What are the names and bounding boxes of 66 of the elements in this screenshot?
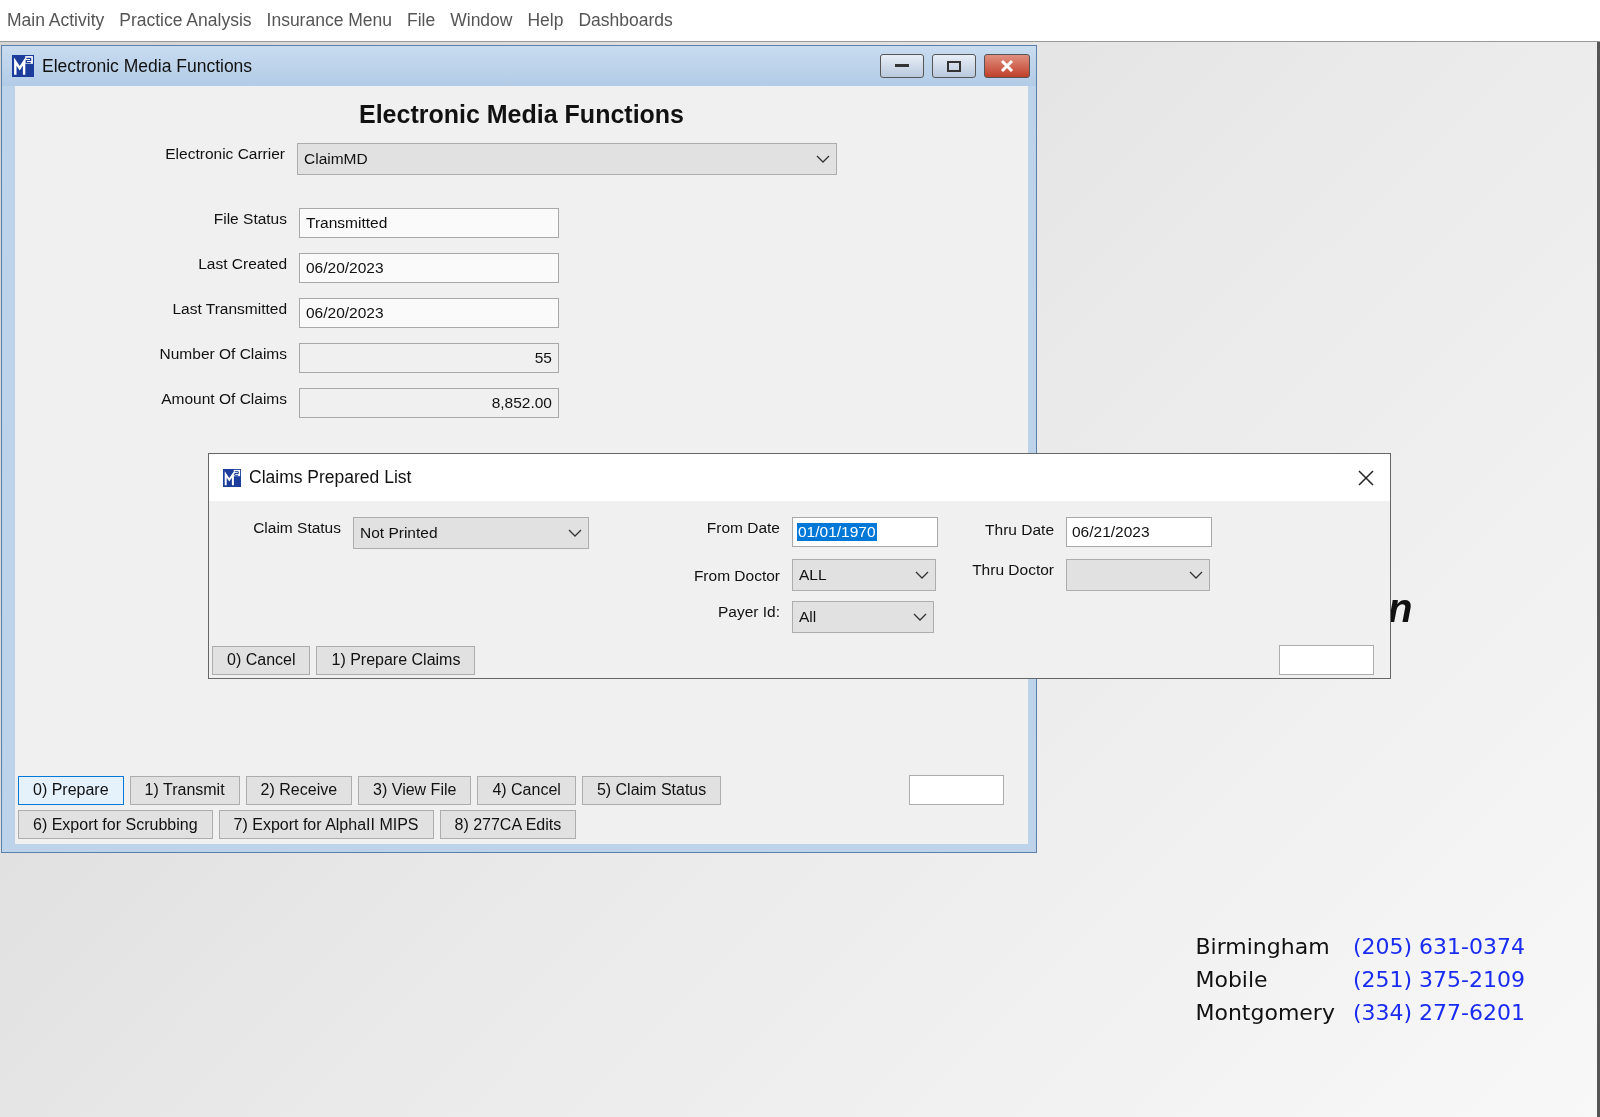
field-label: Last Transmitted bbox=[171, 300, 288, 318]
action-button[interactable]: 8) 277CA Edits bbox=[439, 810, 577, 839]
carrier-dropdown[interactable]: ClaimMD bbox=[297, 143, 837, 175]
action-button[interactable]: 6) Export for Scrubbing bbox=[18, 810, 213, 839]
dialog-title: Claims Prepared List bbox=[249, 467, 413, 488]
text-field[interactable]: 55 bbox=[299, 343, 559, 373]
action-button[interactable]: 2) Receive bbox=[245, 775, 353, 805]
text-field[interactable]: Transmitted bbox=[299, 208, 559, 238]
phone-number: (251) 375-2109 bbox=[1352, 967, 1525, 992]
phone-number: (205) 631-0374 bbox=[1352, 934, 1525, 959]
chevron-down-icon bbox=[1189, 571, 1203, 579]
action-button[interactable]: 1) Transmit bbox=[129, 775, 240, 805]
close-icon bbox=[1000, 60, 1014, 72]
field-label: Thru Doctor bbox=[971, 561, 1055, 579]
chevron-down-icon bbox=[915, 571, 929, 579]
field-label: Last Created bbox=[197, 255, 288, 273]
payer-dropdown[interactable]: All bbox=[792, 601, 934, 633]
field-label: Payer Id: bbox=[716, 603, 781, 621]
field-label: From Doctor bbox=[692, 567, 781, 585]
field-label: Number Of Claims bbox=[158, 345, 288, 363]
form-heading: Electronic Media Functions bbox=[357, 100, 686, 129]
minimize-icon bbox=[895, 64, 909, 68]
maximize-button[interactable] bbox=[932, 54, 976, 78]
window-title: Electronic Media Functions bbox=[42, 55, 254, 77]
text-field[interactable]: 8,852.00 bbox=[299, 388, 559, 418]
menu-item[interactable]: Main Activity bbox=[7, 10, 105, 31]
chevron-down-icon bbox=[568, 529, 582, 537]
menu-item[interactable]: Window bbox=[450, 10, 513, 31]
minimize-button[interactable] bbox=[880, 54, 924, 78]
field-label: Amount Of Claims bbox=[160, 390, 288, 408]
city-name: Montgomery bbox=[1195, 1000, 1335, 1025]
app-logo-icon bbox=[12, 55, 34, 77]
menu-item[interactable]: Insurance Menu bbox=[266, 10, 393, 31]
action-button[interactable]: 5) Claim Status bbox=[581, 775, 722, 805]
action-button[interactable]: 1) Prepare Claims bbox=[316, 645, 476, 675]
input-field[interactable] bbox=[1279, 645, 1374, 675]
chevron-down-icon bbox=[913, 613, 927, 621]
action-button[interactable]: 0) Prepare bbox=[18, 775, 124, 805]
field-label: Electronic Carrier bbox=[164, 145, 286, 163]
date-field[interactable]: 01/01/1970 bbox=[792, 517, 938, 547]
maximize-icon bbox=[947, 60, 961, 72]
field-label: Thru Date bbox=[984, 521, 1055, 539]
text-field[interactable]: 06/20/2023 bbox=[299, 253, 559, 283]
action-button[interactable]: 4) Cancel bbox=[477, 775, 576, 805]
field-label: From Date bbox=[705, 519, 781, 537]
menu-item[interactable]: Help bbox=[527, 10, 564, 31]
city-name: Mobile bbox=[1195, 967, 1269, 992]
close-icon[interactable] bbox=[1358, 469, 1374, 486]
action-button[interactable]: 3) View File bbox=[358, 775, 472, 805]
menu-item[interactable]: Dashboards bbox=[578, 10, 673, 31]
date-field[interactable]: 06/21/2023 bbox=[1066, 517, 1212, 547]
field-label: File Status bbox=[212, 210, 288, 228]
action-button[interactable]: 7) Export for AlphaII MIPS bbox=[218, 810, 434, 839]
close-button[interactable] bbox=[984, 54, 1030, 78]
chevron-down-icon bbox=[816, 155, 830, 163]
phone-number: (334) 277-6201 bbox=[1352, 1000, 1525, 1025]
city-name: Birmingham bbox=[1195, 934, 1331, 959]
doctor-dropdown[interactable]: ALL bbox=[792, 559, 936, 591]
text-field[interactable]: 06/20/2023 bbox=[299, 298, 559, 328]
field-label: Claim Status bbox=[252, 519, 342, 537]
menu-item[interactable]: File bbox=[407, 10, 436, 31]
status-dropdown[interactable]: Not Printed bbox=[353, 517, 589, 549]
app-logo-icon bbox=[223, 468, 241, 487]
action-button[interactable]: 0) Cancel bbox=[212, 645, 311, 675]
menu-item[interactable]: Practice Analysis bbox=[119, 10, 252, 31]
input-field[interactable] bbox=[909, 775, 1004, 805]
